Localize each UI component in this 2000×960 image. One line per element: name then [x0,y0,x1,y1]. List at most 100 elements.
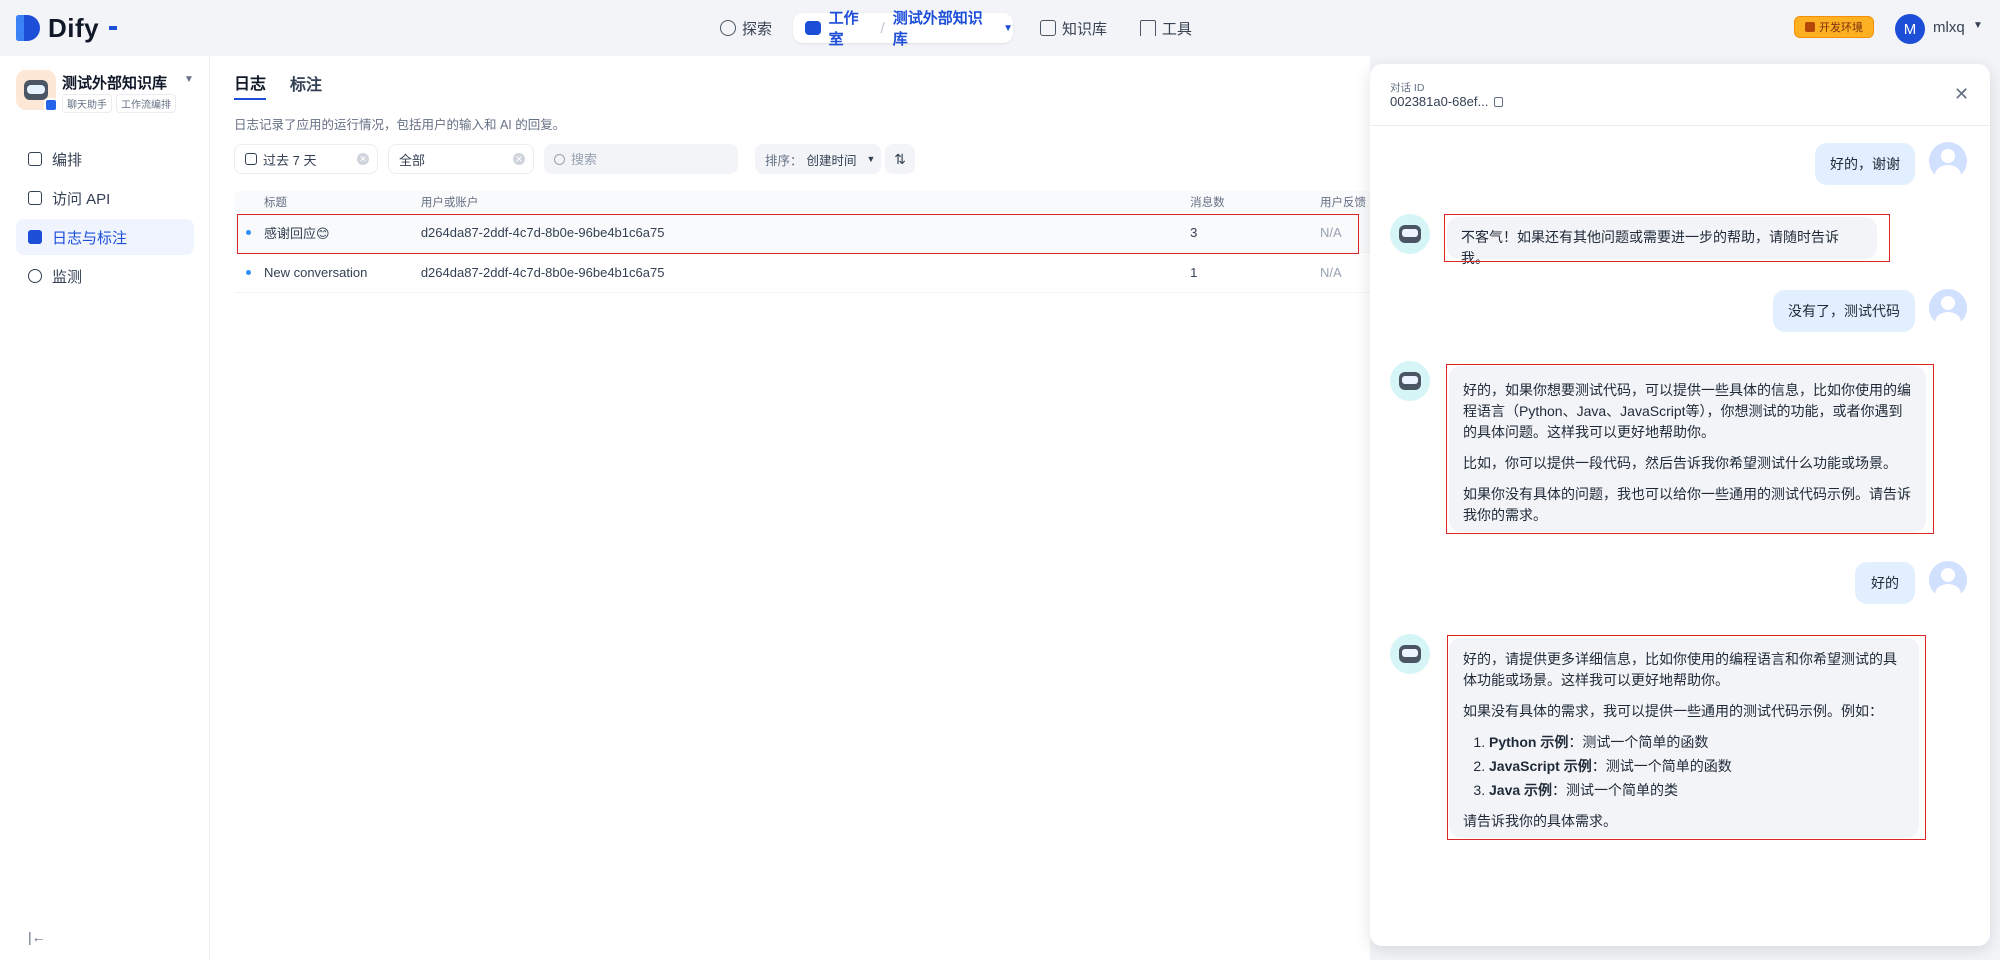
clear-icon[interactable]: ✕ [513,153,525,165]
list-item-name: JavaScript 示例 [1489,758,1592,774]
sort-label: 排序： [765,153,803,168]
app-name: 测试外部知识库 [62,75,168,92]
row-feedback: N/A [1320,265,1342,280]
sidebar-item-label: 日志与标注 [52,229,128,247]
sort-select[interactable]: 排序： 创建时间 ▼ [755,144,881,174]
page-description: 日志记录了应用的运行情况，包括用户的输入和 AI 的回复。 [234,118,566,132]
chevron-down-icon[interactable]: ▼ [184,74,194,85]
assistant-message: 不客气！如果还有其他问题或需要进一步的帮助，请随时告诉我。 [1447,217,1877,266]
env-badge-label: 开发环境 [1819,22,1863,34]
nav-explore[interactable]: 探索 [720,14,772,42]
period-filter-value: 过去 7 天 [263,152,317,168]
calendar-icon [245,153,257,165]
user-avatar-icon [1929,289,1967,327]
top-navigation: Dify 探索 工作室 / 测试外部知识库 ▼ 知识库 工具 开发环境 M ml… [0,0,2000,56]
row-messages: 1 [1190,265,1198,280]
dashboard-icon [28,269,42,283]
robot-face-icon [1399,372,1421,390]
layout-icon [28,152,42,166]
dify-logo[interactable]: Dify [16,13,118,43]
header-messages: 消息数 [1190,197,1225,209]
app-info-card[interactable]: 测试外部知识库 ▼ 聊天助手 工作流编排 [16,70,196,114]
app-icon [16,70,58,112]
conversation-drawer: 对话 ID 002381a0-68ef... ✕ 好的，谢谢 不客气！如果还有其… [1370,64,1990,946]
status-filter[interactable]: 全部 ✕ [388,144,534,174]
table-row[interactable]: New conversation d264da87-2ddf-4c7d-8b0e… [234,253,1370,293]
assistant-text: 请告诉我你的具体需求。 [1463,813,1617,829]
list-item: JavaScript 示例：测试一个简单的函数 [1489,756,1905,777]
row-user: d264da87-2ddf-4c7d-8b0e-96be4b1c6a75 [420,265,665,280]
user-message: 没有了，测试代码 [1773,290,1915,332]
terminal-icon [1805,22,1815,32]
user-avatar-icon [1929,142,1967,180]
nav-studio[interactable]: 工作室 / 测试外部知识库 ▼ [793,10,1013,48]
assistant-text: 好的，请提供更多详细信息，比如你使用的编程语言和你希望测试的具体功能或场景。这样… [1463,651,1897,688]
sidebar-item-logs[interactable]: 日志与标注 [16,219,194,255]
nav-tools[interactable]: 工具 [1140,14,1192,42]
search-icon [554,153,565,165]
header-user: 用户或账户 [420,197,479,209]
status-filter-value: 全部 [399,152,426,168]
search-box[interactable] [544,144,738,174]
tab-annotations[interactable]: 标注 [290,66,322,100]
nav-studio-label: 工作室 [828,10,859,48]
dify-logo-icon [16,15,40,41]
hammer-icon [1140,20,1156,36]
chevron-down-icon[interactable]: ▼ [1973,20,1983,31]
book-icon [1040,20,1056,36]
assistant-text: 如果没有具体的需求，我可以提供一些通用的测试代码示例。例如： [1463,703,1883,719]
list-item: Java 示例：测试一个简单的类 [1489,780,1905,801]
header-feedback: 用户反馈 [1320,197,1367,209]
search-input[interactable] [571,151,721,167]
logo-dot [109,26,118,30]
env-badge: 开发环境 [1794,16,1874,38]
unread-dot-cell [234,230,264,235]
nav-explore-label: 探索 [742,20,773,38]
clear-icon[interactable]: ✕ [357,153,369,165]
tab-logs[interactable]: 日志 [234,66,267,100]
user-name[interactable]: mlxq [1933,19,1965,36]
table-row[interactable]: 感谢回应😊 d264da87-2ddf-4c7d-8b0e-96be4b1c6a… [234,213,1370,254]
terminal-icon [28,191,42,205]
breadcrumb-separator: / [880,19,885,37]
logs-main-panel: 日志 标注 日志记录了应用的运行情况，包括用户的输入和 AI 的回复。 过去 7… [210,56,1370,960]
row-title: 感谢回应😊 [263,226,330,241]
sort-value: 创建时间 [806,153,857,168]
chevron-down-icon: ▼ [866,154,876,164]
period-filter[interactable]: 过去 7 天 ✕ [234,144,378,174]
drawer-header: 对话 ID 002381a0-68ef... ✕ [1370,64,1990,126]
document-icon [28,230,42,244]
nav-knowledge-label: 知识库 [1062,20,1108,38]
user-avatar[interactable]: M [1895,14,1925,44]
row-feedback: N/A [1320,225,1342,240]
row-user: d264da87-2ddf-4c7d-8b0e-96be4b1c6a75 [420,225,665,240]
list-item-desc: ：测试一个简单的函数 [1591,758,1732,774]
sidebar-item-monitor[interactable]: 监测 [16,258,194,294]
sidebar-item-api[interactable]: 访问 API [16,180,194,216]
list-item: Python 示例：测试一个简单的函数 [1489,732,1905,753]
unread-dot [246,270,252,275]
assistant-text: 好的，如果你想要测试代码，可以提供一些具体的信息，比如你使用的编程语言（Pyth… [1463,382,1911,440]
list-item-name: Java 示例 [1489,782,1553,798]
sidebar-item-orchestrate[interactable]: 编排 [16,141,194,177]
chevron-down-icon[interactable]: ▼ [1003,23,1013,34]
bot-avatar-icon [1390,214,1430,254]
user-message: 好的 [1855,562,1915,604]
copy-icon[interactable] [1494,96,1504,107]
bot-avatar-icon [1390,361,1430,401]
logs-table: 标题 用户或账户 消息数 用户反馈 感谢回应😊 d264da87-2ddf-4c… [234,191,1370,293]
assistant-message: 好的，如果你想要测试代码，可以提供一些具体的信息，比如你使用的编程语言（Pyth… [1449,366,1926,532]
nav-knowledge[interactable]: 知识库 [1040,14,1107,42]
app-tags: 聊天助手 工作流编排 [62,94,176,113]
assistant-text: 如果你没有具体的问题，我也可以给你一些通用的测试代码示例。请告诉我你的需求。 [1463,486,1911,523]
robot-face-icon [1399,645,1421,663]
header-title: 标题 [264,197,287,209]
sort-order-button[interactable]: ⇅ [885,144,915,174]
close-icon[interactable]: ✕ [1954,84,1969,105]
row-title: New conversation [263,265,368,280]
sidebar-item-label: 监测 [52,268,83,286]
compass-icon [720,20,736,36]
current-app-name[interactable]: 测试外部知识库 [893,7,995,49]
sidebar-item-label: 编排 [52,151,83,169]
collapse-sidebar-icon[interactable]: |← [28,929,46,945]
